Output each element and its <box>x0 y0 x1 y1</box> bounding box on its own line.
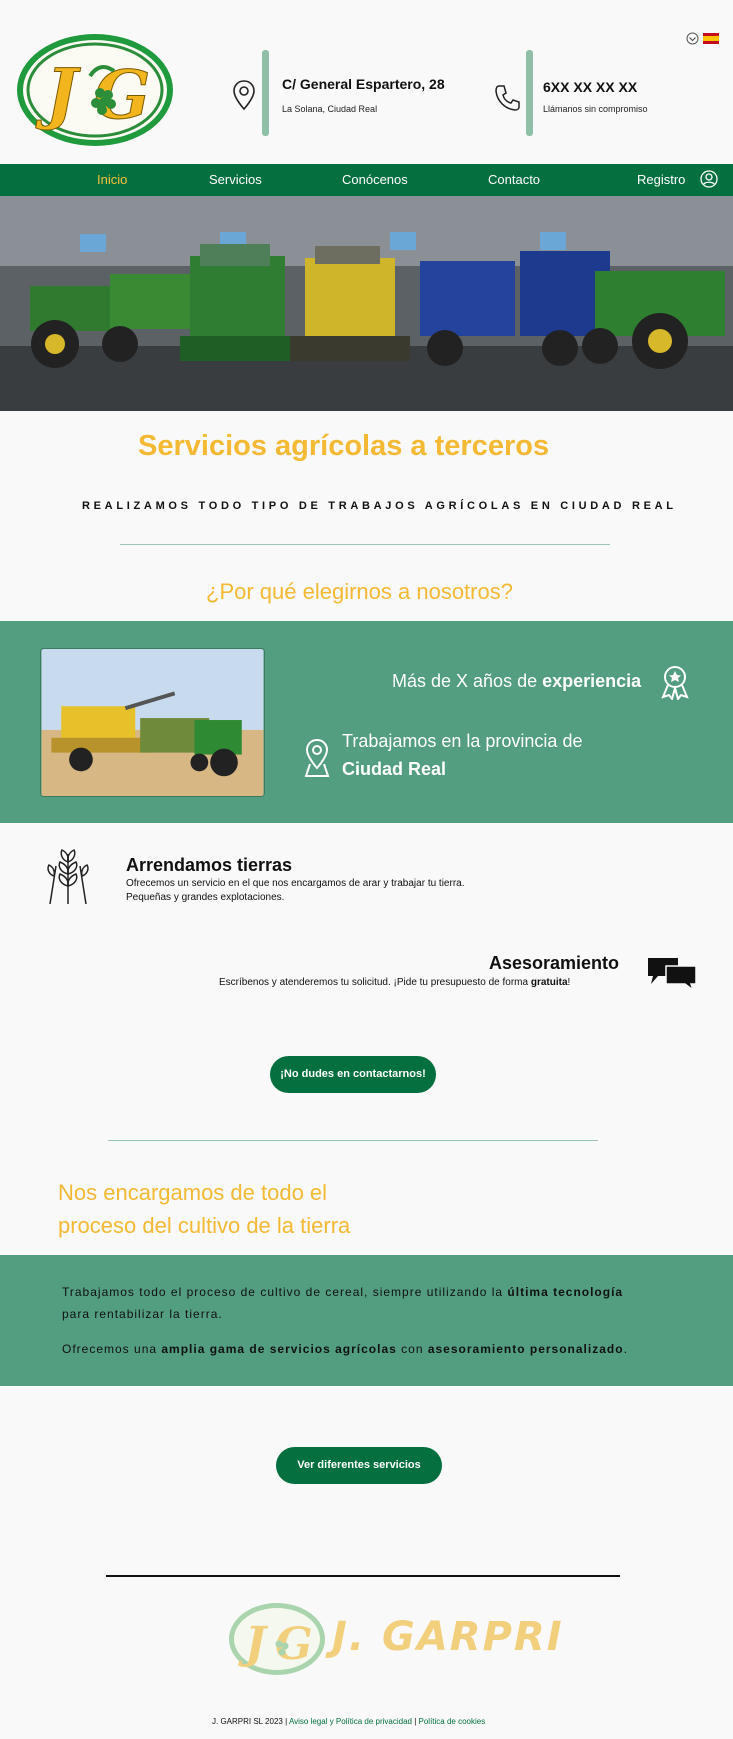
nav-item-servicios[interactable]: Servicios <box>209 172 262 187</box>
nav-item-conocenos[interactable]: Conócenos <box>342 172 408 187</box>
spain-flag-icon[interactable] <box>703 33 719 44</box>
process-paragraph-2: Ofrecemos una amplia gama de servicios a… <box>62 1342 628 1356</box>
features-section: Más de X años de experiencia Trabajamos … <box>0 621 733 823</box>
experience-text: Más de X años de experiencia <box>392 671 642 691</box>
award-ribbon-icon <box>661 666 689 700</box>
province-text: Trabajamos en la provincia de <box>342 731 583 751</box>
process-paragraph-1: Trabajamos todo el proceso de cultivo de… <box>62 1285 624 1321</box>
section-divider <box>108 1140 598 1141</box>
process-title-line-1: Nos encargamos de todo el <box>58 1180 328 1205</box>
language-selector-icon[interactable] <box>686 32 699 45</box>
footer-divider <box>106 1575 620 1577</box>
page-title: Servicios agrícolas a terceros <box>138 430 550 462</box>
header-divider <box>262 50 269 136</box>
contact-us-button[interactable]: ¡No dudes en contactarnos! <box>270 1056 436 1093</box>
location-pin-icon <box>304 738 330 777</box>
phone-icon <box>495 85 520 111</box>
company-logo[interactable]: J G <box>14 31 176 149</box>
user-account-icon[interactable] <box>700 170 718 188</box>
harvest-photo <box>40 648 265 797</box>
page-subtitle: REALIZAMOS TODO TIPO DE TRABAJOS AGRÍCOL… <box>82 500 677 512</box>
main-navigation: Inicio Servicios Conócenos Contacto Regi… <box>0 164 733 196</box>
nav-item-contacto[interactable]: Contacto <box>488 172 540 187</box>
rent-line-2: Pequeñas y grandes explotaciones. <box>126 892 285 903</box>
rent-line-1: Ofrecemos un servicio en el que nos enca… <box>126 878 465 889</box>
why-us-heading: ¿Por qué elegirnos a nosotros? <box>206 579 513 604</box>
chat-bubbles-icon <box>648 958 697 990</box>
advice-title: Asesoramiento <box>489 953 620 973</box>
nav-item-registro[interactable]: Registro <box>637 172 685 187</box>
process-title-line-2: proceso del cultivo de la tierra <box>58 1213 351 1238</box>
rent-title: Arrendamos tierras <box>126 855 293 875</box>
province-name: Ciudad Real <box>342 759 447 779</box>
address-subtitle: La Solana, Ciudad Real <box>282 104 378 114</box>
phone-number[interactable]: 6XX XX XX XX <box>543 79 637 95</box>
process-section: Trabajamos todo el proceso de cultivo de… <box>0 1255 733 1386</box>
nav-item-inicio[interactable]: Inicio <box>97 172 127 187</box>
cookies-link[interactable]: Política de cookies <box>419 1717 486 1726</box>
section-divider <box>120 544 610 545</box>
phone-subtitle: Llámanos sin compromiso <box>543 104 648 114</box>
advice-text: Escríbenos y atenderemos tu solicitud. ¡… <box>219 977 571 988</box>
footer-brand: J. GARPRI <box>332 1614 564 1660</box>
footer-legal-line: J. GARPRI SL 2023 | Aviso legal y Políti… <box>212 1717 486 1726</box>
legal-link[interactable]: Aviso legal y Política de privacidad <box>289 1717 412 1726</box>
hero-image-tractors <box>0 196 733 411</box>
wheat-icon <box>47 848 89 905</box>
header-divider <box>526 50 533 136</box>
view-services-button[interactable]: Ver diferentes servicios <box>276 1447 442 1484</box>
address-title: C/ General Espartero, 28 <box>282 76 445 92</box>
footer-logo: J G <box>229 1603 325 1675</box>
site-header: J G C/ General Espartero, 28 La Solana, … <box>0 0 733 164</box>
location-pin-icon <box>233 80 255 111</box>
